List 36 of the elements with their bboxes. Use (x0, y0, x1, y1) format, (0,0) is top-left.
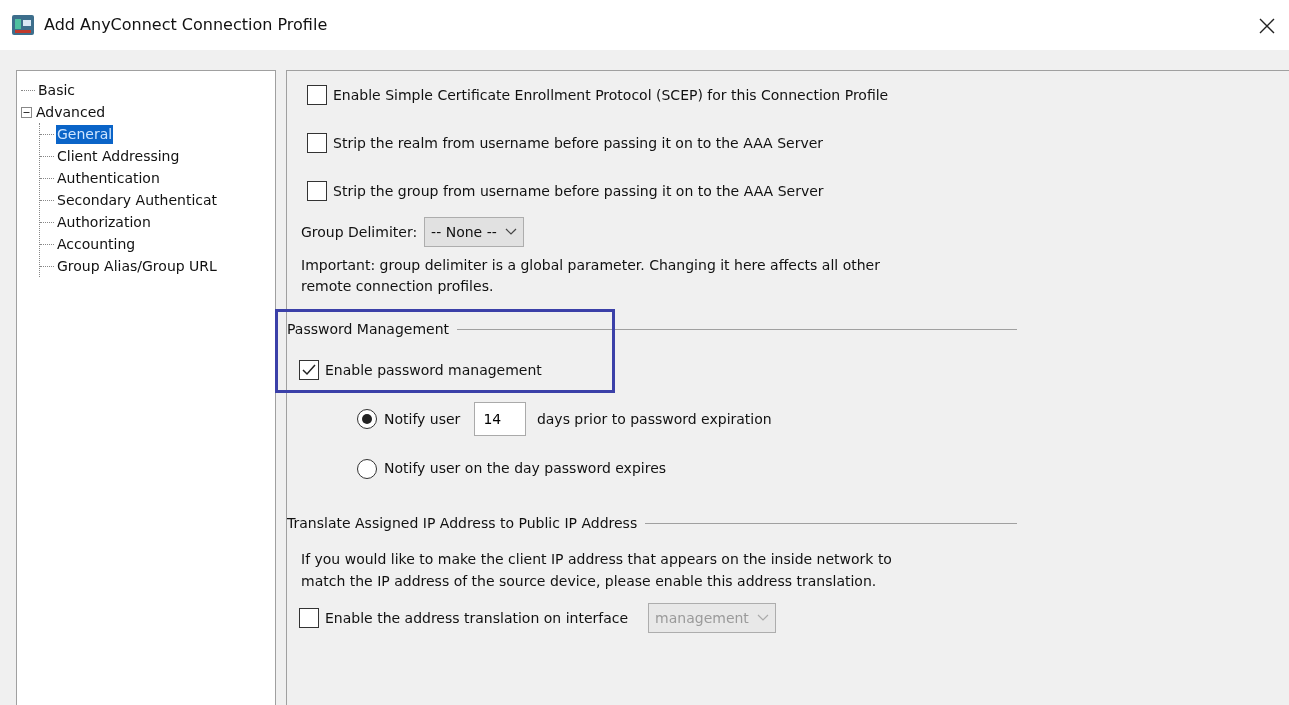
checkbox[interactable] (307, 85, 327, 105)
collapse-icon[interactable] (21, 106, 35, 118)
tree-item[interactable]: Client Addressing (56, 146, 181, 166)
tree-item[interactable]: Accounting (56, 234, 137, 254)
field-suffix: days prior to password expiration (536, 409, 772, 429)
note-text: Important: group delimiter is a global parameter. Changing it here affects all other remote connection profiles. (301, 256, 881, 296)
tree-item[interactable]: Secondary Authenticat (56, 190, 219, 210)
radio-button[interactable] (357, 458, 377, 479)
checkbox[interactable] (307, 181, 327, 201)
field-label: Group Delimiter: (301, 222, 418, 242)
radio-button[interactable] (357, 409, 377, 429)
days-field[interactable]: 14 (474, 402, 527, 436)
tree-item[interactable]: Authentication (56, 168, 161, 188)
checkbox-label: Strip the realm from username before passing it on to the AAA Server (333, 133, 824, 153)
tree-item[interactable]: Advanced (35, 102, 107, 122)
chevron-down-icon (756, 614, 769, 622)
tree-item[interactable]: Authorization (56, 212, 152, 232)
radio-label: Notify user on the day password expires (384, 459, 667, 478)
tree-item[interactable]: Group Alias/Group URL (56, 256, 218, 276)
app-icon (12, 15, 34, 35)
checkbox-label: Enable Simple Certificate Enrollment Protocol (SCEP) for this Connection Profile (333, 85, 889, 105)
chevron-down-icon (504, 228, 517, 236)
tree-item[interactable]: General (56, 124, 114, 144)
checkbox[interactable] (299, 360, 319, 380)
checkbox-label: Enable the address translation on interface (325, 608, 629, 628)
window-title: Add AnyConnect Connection Profile (44, 14, 328, 36)
radio-label: Notify user (384, 409, 461, 429)
section-title: Translate Assigned IP Address to Public IP Address (287, 514, 638, 533)
dropdown[interactable]: -- None -- (424, 217, 524, 247)
tree-item[interactable]: Basic (37, 80, 77, 100)
description-text: If you would like to make the client IP address that appears on the inside network to match the IP address of the source device, please enable this address translation. (301, 550, 893, 591)
checkbox[interactable] (299, 608, 319, 628)
section-title: Password Management (287, 320, 450, 339)
checkbox-label: Strip the group from username before passing it on to the AAA Server (333, 181, 824, 201)
checkbox[interactable] (307, 133, 327, 153)
checkbox-label: Enable password management (325, 360, 542, 380)
